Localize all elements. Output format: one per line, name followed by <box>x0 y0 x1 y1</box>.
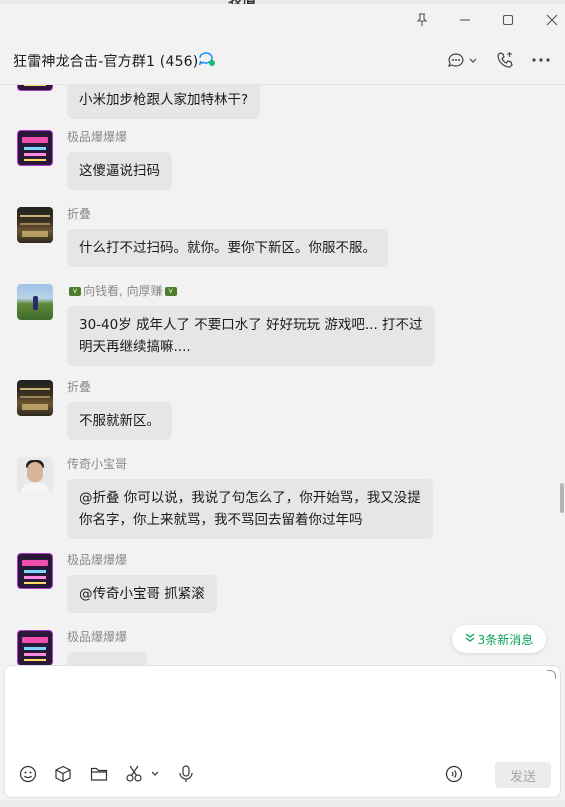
chat-title[interactable]: 狂雷神龙合击-官方群1 (456) <box>13 51 198 71</box>
message-line: 明天再继续搞嘛.... <box>79 339 191 355</box>
maximize-icon[interactable] <box>488 4 528 36</box>
avatar[interactable] <box>17 457 53 493</box>
phone-icon[interactable] <box>494 48 516 72</box>
message-bubble[interactable]: 30-40岁 成年人了 不要口水了 好好玩玩 游戏吧... 打不过 明天再继续搞… <box>67 306 435 366</box>
sender-name[interactable]: 折叠 <box>67 205 91 222</box>
avatar[interactable] <box>17 207 53 243</box>
microphone-icon[interactable] <box>175 763 197 785</box>
voice-message-icon[interactable] <box>443 763 465 785</box>
avatar[interactable] <box>17 130 53 166</box>
double-chevron-down-icon <box>465 632 475 646</box>
message-bubble[interactable]: 不服就新区。 <box>67 402 172 440</box>
message-bubble[interactable]: @传奇小宝哥 抓紧滚 <box>67 575 217 613</box>
resize-handle-icon[interactable] <box>547 670 556 679</box>
send-button[interactable]: 发送 <box>495 762 551 788</box>
sender-name-text: 向钱看, 向厚赚 <box>83 284 163 298</box>
minimize-icon[interactable] <box>445 4 485 36</box>
group-chat-icon[interactable] <box>197 50 217 72</box>
avatar[interactable] <box>17 630 53 665</box>
message-input[interactable]: 发送 <box>4 665 561 798</box>
vip-badge-icon: V <box>69 287 81 296</box>
sender-name[interactable]: 极品爆爆爆 <box>67 628 127 645</box>
new-messages-label: 3条新消息 <box>477 632 534 647</box>
pin-icon[interactable] <box>402 4 442 36</box>
message-line: @折叠 你可以说，我说了句怎么了，你开始骂，我又没提 <box>79 490 421 506</box>
message-bubble[interactable]: @折叠 你可以说，我说了句怎么了，你开始骂，我又没提 你名字，你上来就骂，我不骂… <box>67 479 433 539</box>
message-bubble[interactable] <box>67 652 147 665</box>
message-bubble[interactable]: 小米加步枪跟人家加特林干? <box>67 85 261 119</box>
scrollbar-thumb[interactable] <box>560 483 564 513</box>
sender-name[interactable]: V 向钱看, 向厚赚 V <box>67 282 179 299</box>
sender-name[interactable]: 极品爆爆爆 <box>67 128 127 145</box>
folder-icon[interactable] <box>88 763 110 785</box>
message-list[interactable]: 小米加步枪跟人家加特林干? 极品爆爆爆 这傻逼说扫码 折叠 什么打不过扫码。就你… <box>0 85 565 665</box>
avatar[interactable] <box>17 380 53 416</box>
window-bottom-edge <box>0 800 565 807</box>
cube-icon[interactable] <box>52 763 74 785</box>
sender-name[interactable]: 折叠 <box>67 378 91 395</box>
vip-badge-icon: V <box>164 287 177 296</box>
avatar[interactable] <box>17 553 53 589</box>
emoji-icon[interactable] <box>17 763 39 785</box>
avatar[interactable] <box>17 284 53 320</box>
message-line: 30-40岁 成年人了 不要口水了 好好玩玩 游戏吧... 打不过 <box>79 317 423 333</box>
avatar[interactable] <box>17 85 53 91</box>
sender-name[interactable]: 传奇小宝哥 <box>67 455 127 472</box>
chat-header: 狂雷神龙合击-官方群1 (456) <box>0 36 565 85</box>
new-messages-button[interactable]: 3条新消息 <box>452 625 546 653</box>
scissors-icon[interactable] <box>124 763 160 785</box>
sender-name[interactable]: 极品爆爆爆 <box>67 551 127 568</box>
window-controls <box>0 4 565 36</box>
more-icon[interactable] <box>530 48 552 72</box>
message-line: 你名字，你上来就骂，我不骂回去留着你过年吗 <box>79 512 363 528</box>
message-bubble[interactable]: 这傻逼说扫码 <box>67 152 172 190</box>
message-bubble[interactable]: 什么打不过扫码。就你。要你下新区。你服不服。 <box>67 229 388 267</box>
chat-bubble-icon[interactable] <box>445 48 479 72</box>
close-icon[interactable] <box>532 4 565 36</box>
